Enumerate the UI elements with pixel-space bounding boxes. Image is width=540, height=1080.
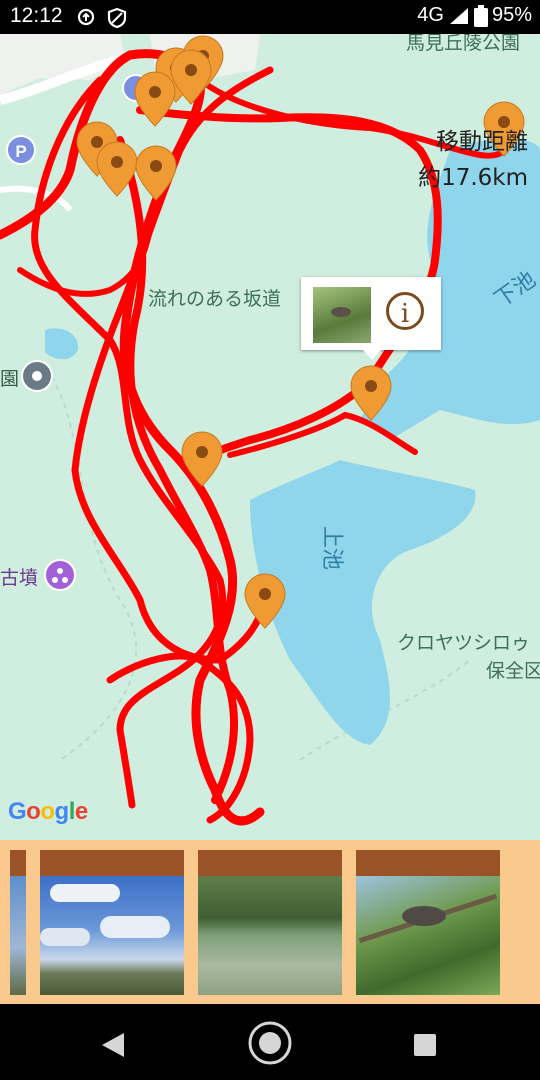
info-icon[interactable]: i (386, 292, 424, 330)
sky-and-houses-photo (40, 876, 184, 995)
data-saver-icon (77, 8, 95, 26)
small-pond (45, 328, 79, 360)
pond-photo (198, 876, 342, 995)
marker-info-window[interactable]: i (301, 277, 441, 360)
label-bird-area-2: 保全区 (486, 660, 540, 682)
photo-strip[interactable] (0, 840, 540, 1004)
status-right: 4G 95% (417, 4, 532, 27)
partial-photo (10, 876, 26, 995)
label-upper-pond: 上池 (319, 525, 345, 571)
map-marker (134, 71, 176, 127)
label-kofun: 古墳 (0, 567, 39, 589)
kofun-poi-icon[interactable] (44, 559, 76, 591)
network-type: 4G (417, 4, 444, 26)
distance-title: 移動距離 (436, 129, 528, 155)
signal-icon (449, 7, 468, 24)
label-top-park: 馬見丘陵公園 (406, 34, 521, 54)
google-logo: Google (8, 798, 88, 825)
photo-header-bar (198, 850, 342, 876)
home-circle-icon[interactable] (247, 1020, 293, 1066)
recents-square-icon[interactable] (413, 1033, 437, 1057)
distance-readout: 移動距離 約17.6km (418, 124, 528, 196)
photo-thumb-sky[interactable] (40, 850, 184, 995)
trail (39, 359, 138, 761)
photo-thumb-pond[interactable] (198, 850, 342, 995)
photo-header-bar (40, 850, 184, 876)
bird-on-branch-photo (356, 876, 500, 995)
distance-value: 約17.6km (418, 165, 528, 191)
system-nav-bar (0, 1004, 540, 1080)
label-park: 園 (0, 368, 20, 390)
park-poi-icon[interactable] (21, 360, 53, 392)
map-view[interactable]: P 馬見丘陵公園 流れのある坂道 下池 上池 園 古墳 クロヤツシロゥ 保全区 … (0, 34, 540, 840)
photo-header-bar (10, 850, 26, 876)
label-slope-road: 流れのある坂道 (148, 288, 282, 310)
info-thumbnail[interactable] (313, 287, 371, 343)
label-bird-area-1: クロヤツシロゥ (397, 632, 531, 654)
photo-header-bar (356, 850, 500, 876)
photo-thumb-bird[interactable] (356, 850, 500, 995)
info-window-pointer (363, 350, 381, 360)
status-bar: 12:12 4G 95% (0, 0, 540, 34)
svg-text:P: P (15, 142, 26, 161)
clock: 12:12 (10, 4, 63, 27)
battery-percent: 95% (491, 4, 532, 26)
map-marker (135, 145, 177, 201)
back-triangle-icon[interactable] (100, 1031, 126, 1059)
battery-icon (473, 4, 488, 27)
shield-icon (107, 7, 127, 29)
parking-icon[interactable]: P (6, 135, 36, 165)
upper-pond (250, 460, 476, 745)
photo-thumb-partial[interactable] (10, 850, 26, 995)
